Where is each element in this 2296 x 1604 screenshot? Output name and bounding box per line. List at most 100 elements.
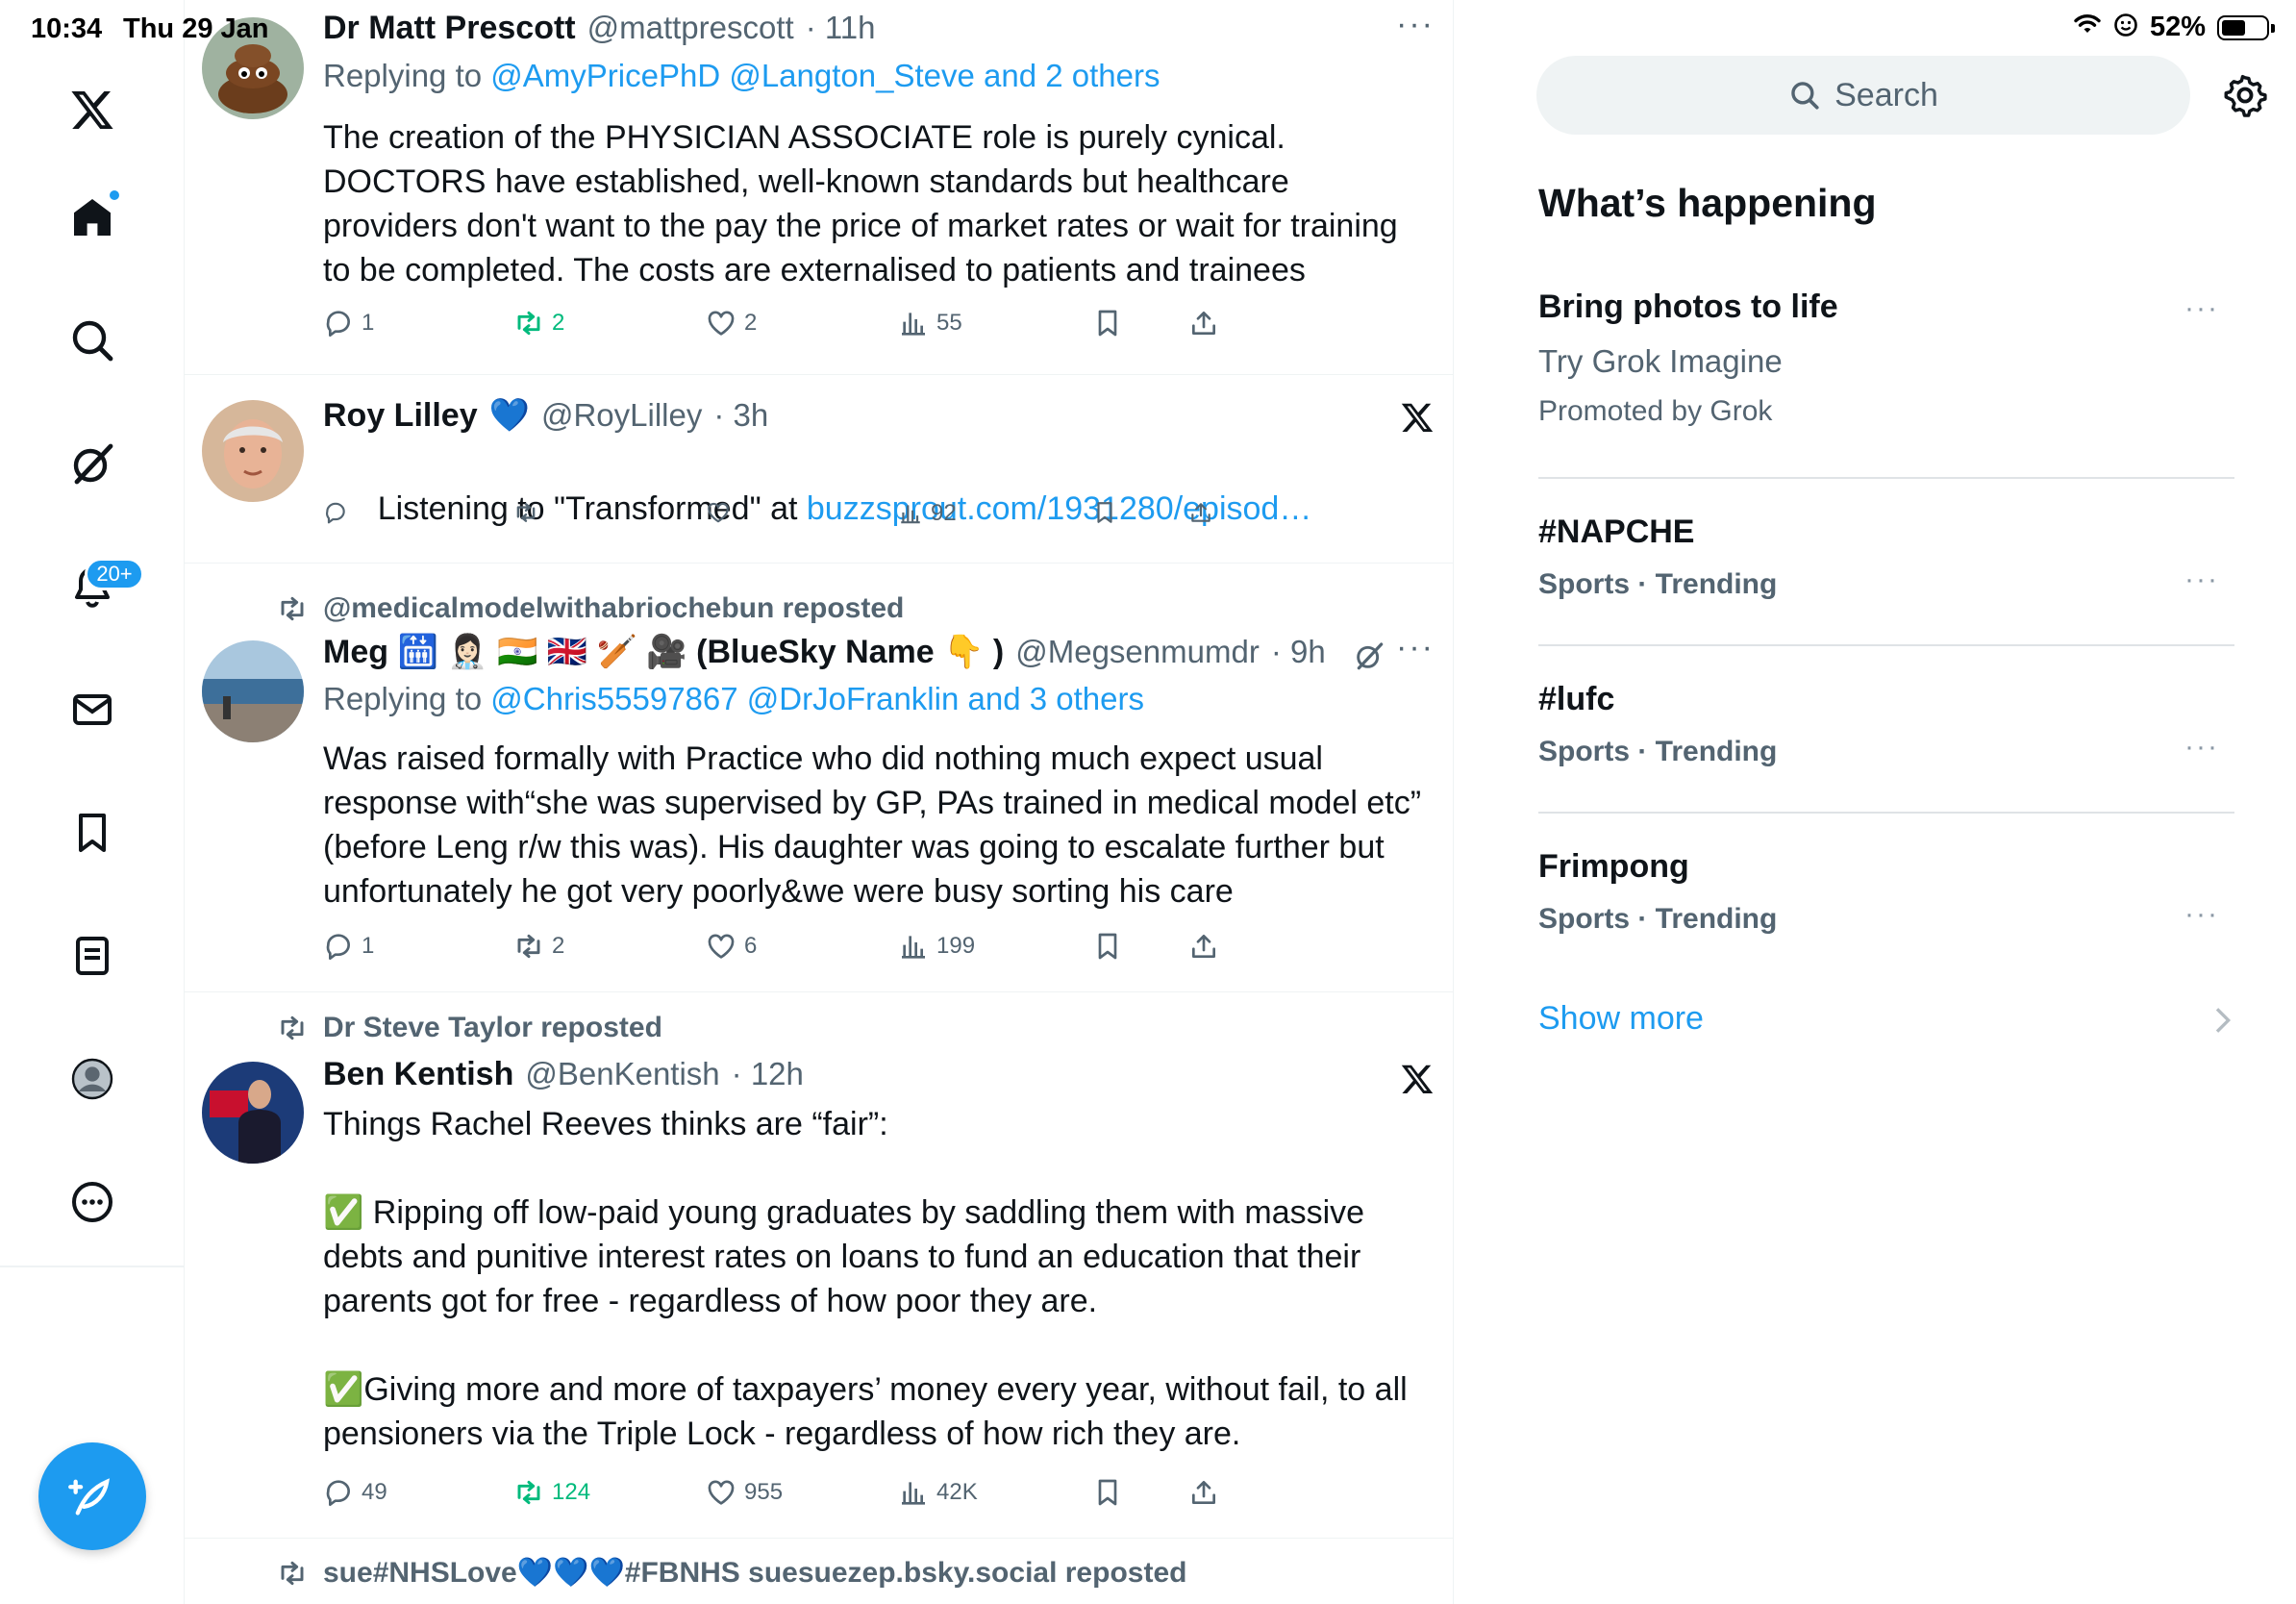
share-button[interactable] bbox=[1188, 1477, 1219, 1508]
avatar[interactable] bbox=[202, 1062, 304, 1164]
tweet[interactable]: @medicalmodelwithabriochebun reposted Me… bbox=[185, 564, 1453, 992]
repost-button[interactable]: 124 bbox=[513, 1477, 590, 1508]
tweet-time[interactable]: · 3h bbox=[713, 397, 768, 434]
tweet[interactable]: sue#NHSLove💙💙💙#FBNHS suesuezep.bsky.soci… bbox=[185, 1539, 1453, 1604]
trend-title: #NAPCHE bbox=[1538, 514, 1695, 550]
more-options-icon[interactable]: ··· bbox=[2184, 898, 2219, 931]
bookmark-button[interactable] bbox=[1092, 500, 1117, 525]
trend-item[interactable]: #lufc Sports · Trending ··· bbox=[1538, 681, 2234, 768]
like-button[interactable]: 6 bbox=[706, 931, 757, 962]
views-count: 55 bbox=[936, 310, 962, 336]
profile-icon[interactable] bbox=[54, 1040, 131, 1117]
views-button[interactable]: 92 bbox=[898, 500, 957, 527]
share-button[interactable] bbox=[1188, 931, 1219, 962]
more-options-icon[interactable]: ··· bbox=[2184, 292, 2219, 325]
author-handle[interactable]: @RoyLilley bbox=[541, 397, 702, 434]
author-name[interactable]: Meg 🛗 👩🏻‍⚕️ 🇮🇳 🇬🇧 🏏 🎥 (BlueSky Name 👇 ) bbox=[323, 633, 1004, 671]
reposted-by[interactable]: @medicalmodelwithabriochebun reposted bbox=[323, 592, 904, 625]
bookmark-button[interactable] bbox=[1092, 308, 1123, 338]
bookmark-button[interactable] bbox=[1092, 1477, 1123, 1508]
repost-button[interactable]: 2 bbox=[513, 931, 564, 962]
avatar[interactable] bbox=[202, 640, 304, 742]
like-button[interactable]: 955 bbox=[706, 1477, 783, 1508]
reply-button[interactable]: 1 bbox=[323, 308, 374, 338]
tweet-actions: 1 2 2 55 bbox=[323, 308, 1285, 346]
search-input[interactable]: Search bbox=[1536, 56, 2190, 135]
compose-button[interactable] bbox=[38, 1442, 146, 1550]
reply-to-link[interactable]: @Chris55597867 @DrJoFranklin and 3 other… bbox=[490, 681, 1144, 716]
promo-title: Bring photos to life bbox=[1538, 288, 1838, 325]
share-button[interactable] bbox=[1188, 500, 1213, 525]
reply-button[interactable]: 1 bbox=[323, 931, 374, 962]
views-icon bbox=[902, 1482, 925, 1505]
more-options-icon[interactable] bbox=[54, 1164, 131, 1241]
reply-button[interactable]: 49 bbox=[323, 1477, 387, 1508]
repost-count: 2 bbox=[552, 310, 565, 336]
settings-gear-icon[interactable] bbox=[2223, 73, 2267, 117]
share-button[interactable] bbox=[1188, 308, 1219, 338]
timeline: Dr Matt Prescott @mattprescott · 11h ···… bbox=[185, 0, 1454, 1604]
author-handle[interactable]: @BenKentish bbox=[525, 1056, 719, 1092]
views-icon bbox=[901, 505, 920, 524]
status-date: Thu 29 Jan bbox=[123, 13, 269, 44]
search-placeholder: Search bbox=[1834, 76, 1938, 113]
grok-icon[interactable] bbox=[54, 425, 131, 502]
repost-button[interactable] bbox=[513, 500, 546, 525]
compose-feather-icon bbox=[68, 1478, 110, 1516]
heart-icon bbox=[708, 1480, 735, 1505]
messages-icon[interactable] bbox=[54, 671, 131, 748]
reposted-by[interactable]: Dr Steve Taylor reposted bbox=[323, 1012, 662, 1044]
tweet-time[interactable]: · 12h bbox=[732, 1056, 804, 1092]
more-options-icon[interactable]: ··· bbox=[2184, 564, 2219, 596]
reply-icon bbox=[326, 1480, 350, 1506]
views-button[interactable]: 42K bbox=[898, 1477, 978, 1508]
author-name[interactable]: Roy Lilley bbox=[323, 397, 478, 435]
repost-button[interactable]: 2 bbox=[513, 308, 564, 338]
views-icon bbox=[902, 313, 925, 336]
tweet[interactable]: Roy Lilley 💙 @RoyLilley · 3h Listening t… bbox=[185, 375, 1453, 564]
views-button[interactable]: 199 bbox=[898, 931, 975, 962]
tweet-text: Things Rachel Reeves thinks are “fair”: … bbox=[323, 1106, 1408, 1452]
avatar[interactable] bbox=[202, 400, 304, 502]
show-more-link[interactable]: Show more bbox=[1538, 1000, 1704, 1038]
bookmarks-icon[interactable] bbox=[54, 794, 131, 871]
repost-icon bbox=[517, 311, 540, 336]
home-icon[interactable] bbox=[54, 179, 131, 256]
right-sidebar: Search What’s happening Bring photos to … bbox=[1469, 0, 2296, 1604]
search-icon bbox=[1791, 82, 1819, 110]
reply-count: 1 bbox=[362, 933, 375, 959]
repost-icon bbox=[517, 1480, 540, 1505]
repost-count: 124 bbox=[552, 1479, 591, 1505]
reply-count: 49 bbox=[362, 1479, 387, 1505]
bookmark-icon bbox=[1098, 933, 1117, 960]
wifi-icon bbox=[2073, 13, 2102, 41]
author-name[interactable]: Ben Kentish bbox=[323, 1056, 513, 1093]
views-count: 199 bbox=[936, 933, 976, 959]
bookmark-button[interactable] bbox=[1092, 931, 1123, 962]
repost-count: 2 bbox=[552, 933, 565, 959]
x-logo-icon[interactable] bbox=[54, 71, 131, 148]
share-icon bbox=[1192, 1481, 1215, 1504]
promo-subtitle: Try Grok Imagine bbox=[1538, 343, 1783, 379]
reply-prefix: Replying to bbox=[323, 681, 483, 716]
tweet-time[interactable]: · 9h bbox=[1271, 634, 1326, 670]
like-count: 2 bbox=[744, 310, 758, 336]
promoted-trend[interactable]: Bring photos to life Try Grok Imagine Pr… bbox=[1538, 288, 2234, 428]
grok-icon[interactable] bbox=[1354, 640, 1385, 671]
like-button[interactable]: 2 bbox=[706, 308, 757, 338]
trend-item[interactable]: #NAPCHE Sports · Trending ··· bbox=[1538, 514, 2234, 601]
search-nav-icon[interactable] bbox=[54, 302, 131, 379]
author-handle[interactable]: @Megsenmumdr bbox=[1015, 634, 1260, 670]
more-options-icon[interactable]: ··· bbox=[2184, 731, 2219, 764]
reposted-by[interactable]: sue#NHSLove💙💙💙#FBNHS suesuezep.bsky.soci… bbox=[323, 1556, 1186, 1590]
like-button[interactable] bbox=[706, 500, 738, 525]
reply-to-link[interactable]: @AmyPricePhD @Langton_Steve and 2 others bbox=[490, 58, 1160, 93]
reply-button[interactable] bbox=[323, 500, 356, 525]
reply-prefix: Replying to bbox=[323, 58, 483, 93]
tweet[interactable]: Dr Steve Taylor reposted Ben Kentish @Be… bbox=[185, 992, 1453, 1539]
whats-happening-heading: What’s happening bbox=[1538, 181, 1877, 225]
lists-icon[interactable] bbox=[54, 917, 131, 994]
views-button[interactable]: 55 bbox=[898, 308, 962, 338]
more-options-icon[interactable]: ··· bbox=[1396, 629, 1435, 666]
trend-item[interactable]: Frimpong Sports · Trending ··· bbox=[1538, 848, 2234, 936]
